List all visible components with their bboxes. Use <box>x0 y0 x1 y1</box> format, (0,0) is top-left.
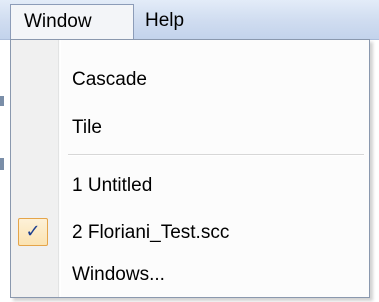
menu-item-label: 2 Floriani_Test.scc <box>72 222 230 243</box>
menu-item-cascade[interactable]: Cascade <box>13 60 367 100</box>
menu-item-label: Tile <box>72 117 102 138</box>
menu-item-windows[interactable]: Windows... <box>13 255 367 295</box>
menu-item-floriani-test[interactable]: ✓ 2 Floriani_Test.scc <box>13 213 367 253</box>
window-menu-dropdown: Cascade Tile 1 Untitled ✓ 2 Floriani_Tes… <box>10 39 370 298</box>
menu-item-untitled[interactable]: 1 Untitled <box>13 166 367 206</box>
menu-bar: Window Help <box>0 0 379 40</box>
menu-help[interactable]: Help <box>136 4 193 39</box>
background-window-edge <box>0 40 10 302</box>
menu-item-tile[interactable]: Tile <box>13 108 367 148</box>
menu-window[interactable]: Window <box>10 4 134 39</box>
menu-item-label: Cascade <box>72 69 147 90</box>
background-fragment <box>0 96 4 106</box>
checkmark-icon: ✓ <box>18 218 48 246</box>
app-window: Window Help Cascade Tile 1 Untitled ✓ 2 … <box>0 0 379 302</box>
menu-item-label: Windows... <box>72 264 165 285</box>
menu-separator <box>68 154 364 156</box>
menu-item-label: 1 Untitled <box>72 175 153 196</box>
background-fragment <box>0 158 4 170</box>
